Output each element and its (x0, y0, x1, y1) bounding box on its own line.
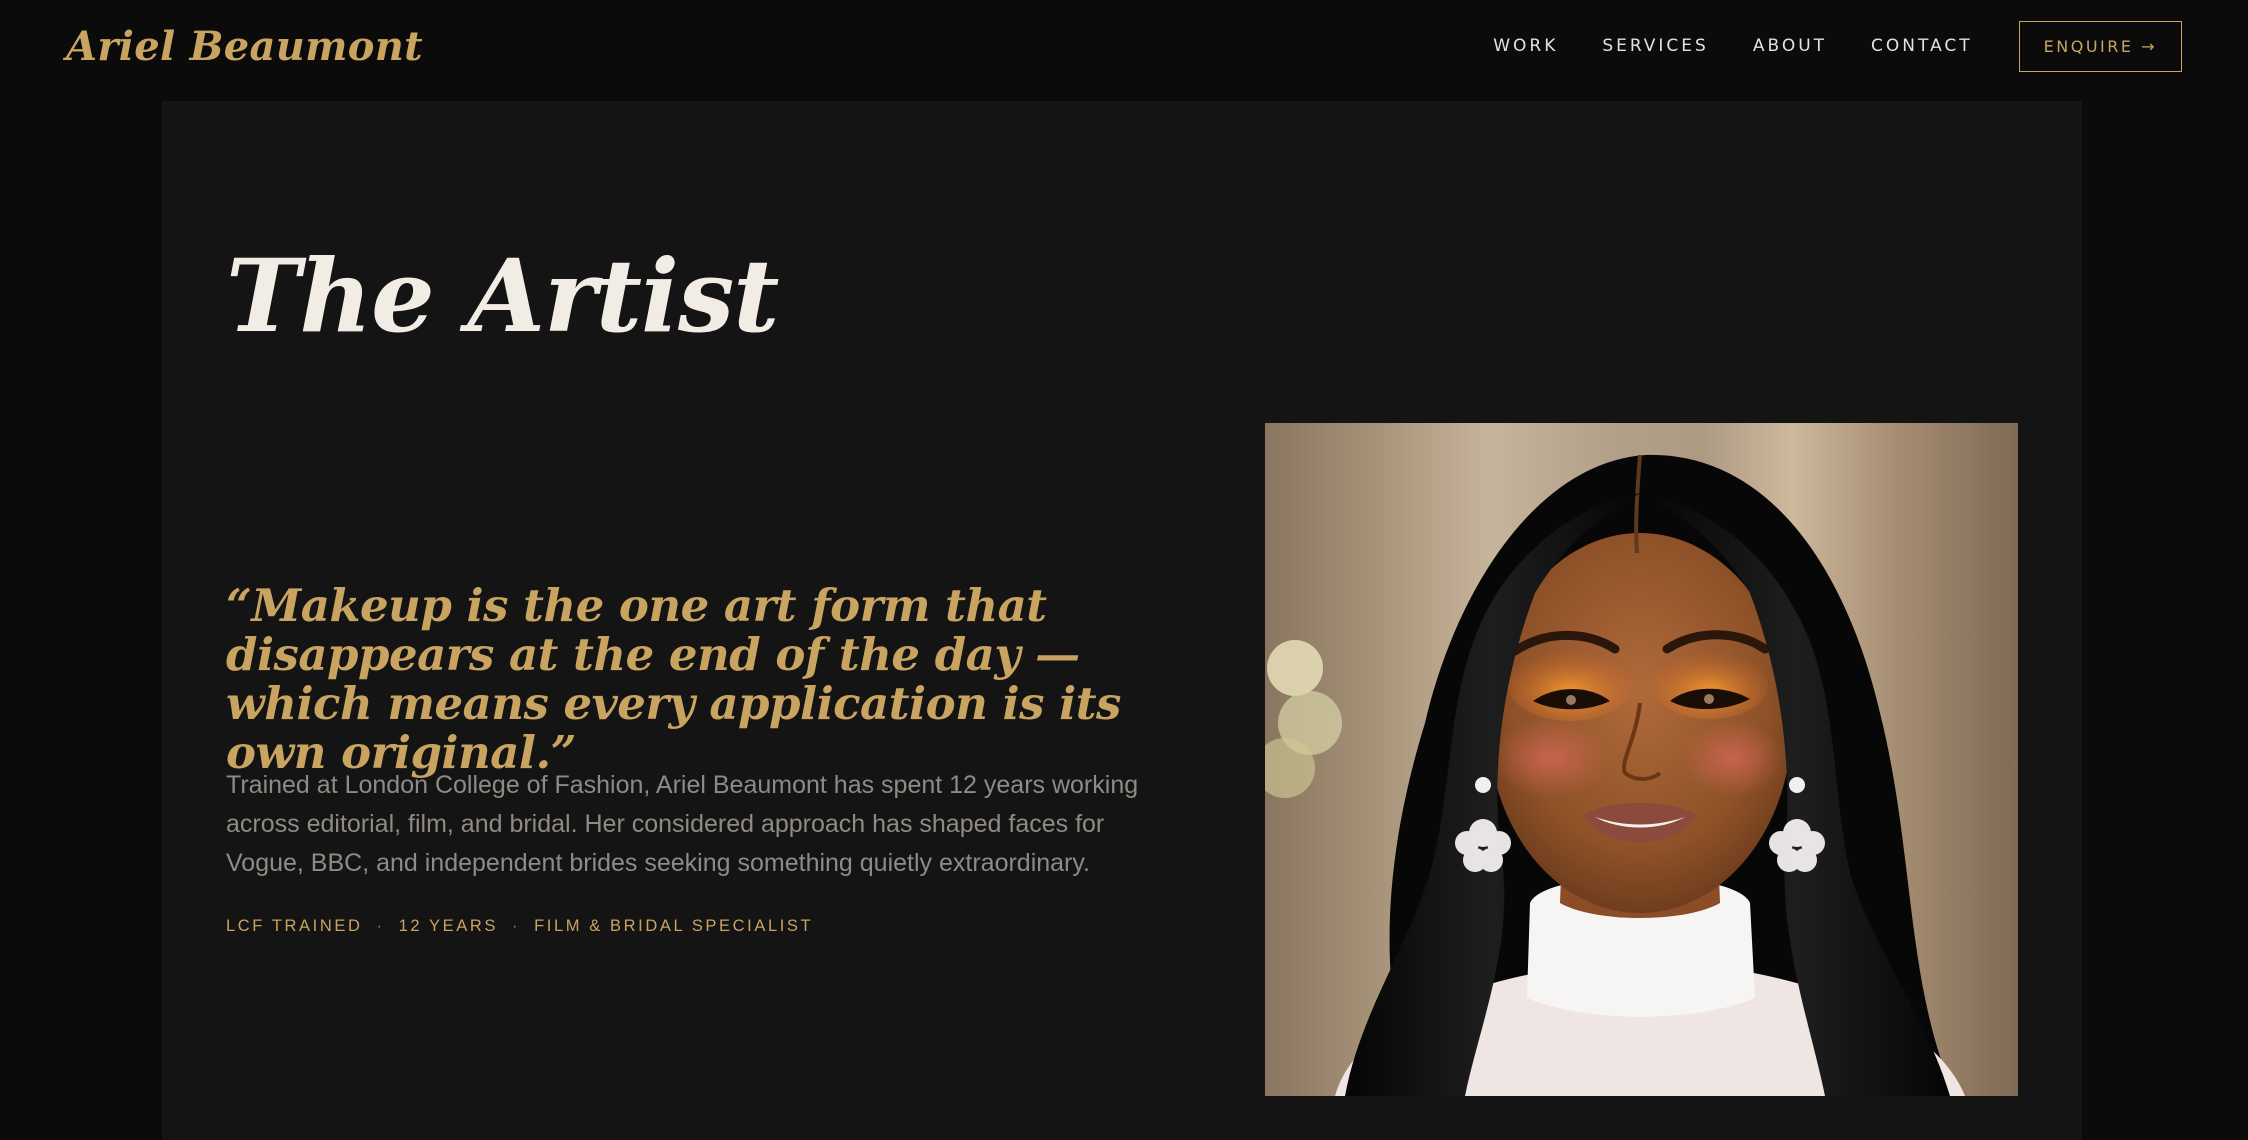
nav-link-services[interactable]: SERVICES (1602, 36, 1708, 56)
section-title: The Artist (226, 237, 779, 355)
artist-section: The Artist “Makeup is the one art form t… (162, 101, 2082, 1140)
artist-portrait-photo (1265, 423, 2018, 1096)
portrait-illustration (1265, 454, 1965, 1096)
artist-quote: “Makeup is the one art form that disappe… (226, 579, 1121, 779)
top-navigation-bar: Ariel Beaumont WORK SERVICES ABOUT CONTA… (0, 0, 2248, 92)
separator-dot: · (511, 917, 521, 935)
enquire-button[interactable]: ENQUIRE → (2018, 20, 2182, 72)
separator-dot: · (376, 917, 385, 935)
brand-logo-text[interactable]: Ariel Beaumont (66, 23, 423, 70)
main-nav: WORK SERVICES ABOUT CONTACT ENQUIRE → (1493, 20, 2182, 72)
credential-years: 12 YEARS (398, 917, 498, 935)
credential-lcf-trained: LCF TRAINED (226, 917, 363, 935)
credential-specialist: FILM & BRIDAL SPECIALIST (534, 917, 814, 935)
artist-bio: Trained at London College of Fashion, Ar… (226, 771, 1139, 877)
credentials-line: LCF TRAINED · 12 YEARS · FILM & BRIDAL S… (226, 917, 813, 936)
nav-link-about[interactable]: ABOUT (1753, 36, 1827, 56)
nav-link-work[interactable]: WORK (1493, 36, 1558, 56)
nav-link-contact[interactable]: CONTACT (1871, 36, 1973, 56)
